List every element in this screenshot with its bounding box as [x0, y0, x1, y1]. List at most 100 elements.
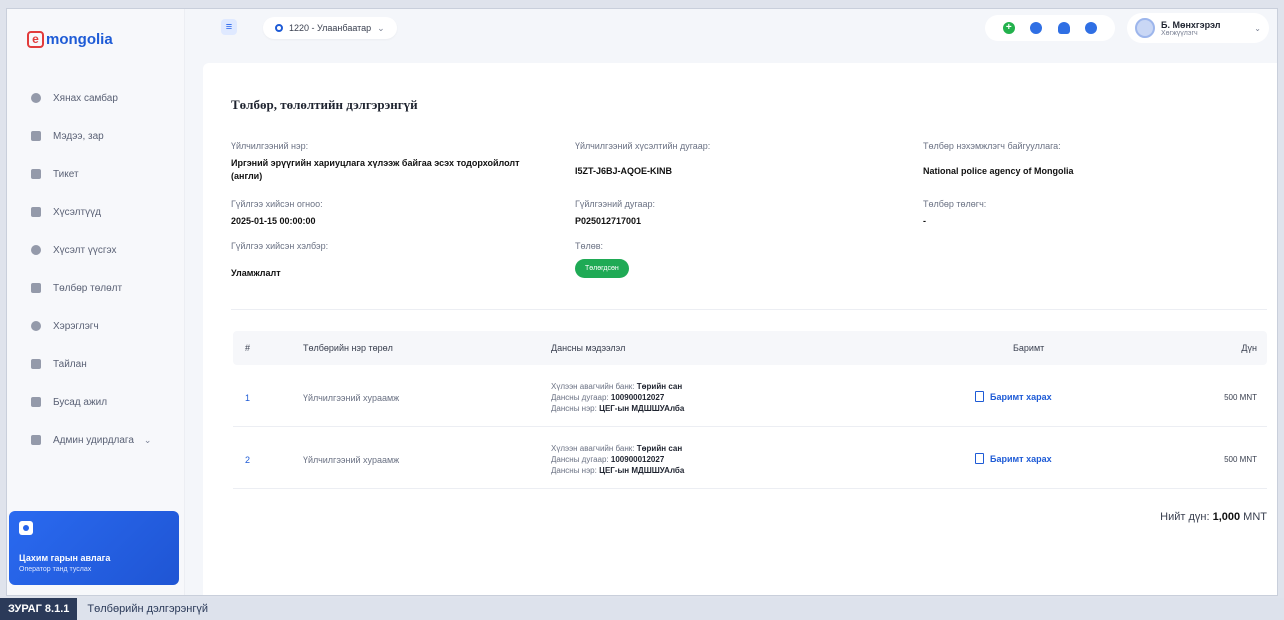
amount: 500 MNT	[1224, 393, 1257, 402]
logo[interactable]: e mongolia	[27, 27, 113, 51]
admin-icon	[31, 435, 41, 445]
field-label: Төлөв:	[575, 241, 604, 251]
logo-text: mongolia	[46, 30, 113, 48]
column-header-account: Дансны мэдээлэл	[551, 343, 626, 353]
request-number-field: Үйлчилгээний хүсэлтийн дугаар: I5ZT-J6BJ…	[575, 141, 895, 178]
view-receipt-link[interactable]: Баримт харах	[975, 453, 1052, 464]
account-info: Хүлээн авагчийн банк: Төрийн сан Дансны …	[551, 382, 685, 413]
sidebar-item-label: Тайлан	[53, 358, 87, 370]
field-label: Гүйлгээний дугаар:	[575, 199, 655, 209]
column-header-type: Төлбөрийн нэр төрөл	[303, 343, 393, 353]
location-label: 1220 - Улаанбаатар	[289, 23, 372, 33]
amount: 500 MNT	[1224, 455, 1257, 464]
field-label: Төлбөр төлөгч:	[923, 199, 987, 209]
transaction-number-field: Гүйлгээний дугаар: P025012717001	[575, 199, 655, 228]
table-row: 2 Үйлчилгээний хураамж Хүлээн авагчийн б…	[233, 429, 1267, 489]
location-pin-icon	[275, 24, 283, 32]
help-guide-subtitle: Оператор танд туслах	[19, 566, 92, 573]
payer-field: Төлбөр төлөгч: -	[923, 199, 986, 228]
sidebar-item-create-request[interactable]: Хүсэлт үүсгэх	[7, 231, 185, 269]
chat-icon[interactable]	[1085, 22, 1098, 34]
help-guide-title: Цахим гарын авлага	[19, 553, 111, 563]
user-role: Хөгжүүлэгч	[1161, 29, 1198, 37]
chevron-down-icon: ⌄	[143, 434, 152, 445]
guide-icon	[19, 521, 33, 535]
requests-icon	[31, 207, 41, 217]
column-header-amount: Дүн	[1241, 343, 1257, 353]
sidebar-item-label: Бусад ажил	[53, 396, 108, 408]
sidebar-item-payments[interactable]: Төлбөр төлөлт	[7, 269, 185, 307]
sidebar-item-label: Мэдээ, зар	[53, 130, 104, 142]
column-header-receipt: Баримт	[1013, 343, 1045, 353]
add-icon[interactable]: +	[1002, 22, 1015, 34]
transaction-method-field: Гүйлгээ хийсэн хэлбэр: Уламжлалт	[231, 241, 328, 280]
sidebar-item-admin[interactable]: Админ удирдлага ⌄	[7, 421, 185, 459]
menu-toggle-button[interactable]: ≡	[221, 19, 237, 35]
sidebar-item-label: Төлбөр төлөлт	[53, 282, 123, 294]
sidebar-item-label: Хүсэлт үүсгэх	[53, 244, 117, 256]
sidebar-item-users[interactable]: Хэрэглэгч	[7, 307, 185, 345]
payment-icon	[31, 283, 41, 293]
table-row: 1 Үйлчилгээний хураамж Хүлээн авагчийн б…	[233, 367, 1267, 427]
user-name: Б. Мөнхгэрэл	[1161, 19, 1221, 30]
field-label: Гүйлгээ хийсэн хэлбэр:	[231, 241, 329, 251]
sidebar-item-reports[interactable]: Тайлан	[7, 345, 185, 383]
field-label: Үйлчилгээний нэр:	[231, 141, 309, 151]
sidebar-item-dashboard[interactable]: Хянах самбар	[7, 79, 185, 117]
app-window: e mongolia Хянах самбар Мэдээ, зар Тикет…	[6, 8, 1278, 596]
notification-bell-icon[interactable]	[1057, 22, 1070, 34]
field-value: Иргэний эрүүгийн хариуцлага хүлээж байга…	[231, 158, 520, 181]
sidebar-item-news[interactable]: Мэдээ, зар	[7, 117, 185, 155]
sidebar-item-label: Хүсэлтүүд	[53, 206, 101, 218]
sidebar-item-label: Админ удирдлага	[53, 434, 134, 446]
chevron-down-icon: ⌄	[1254, 23, 1261, 33]
help-guide-card[interactable]: Цахим гарын авлага Оператор танд туслах	[9, 511, 179, 585]
sidebar-item-other-tasks[interactable]: Бусад ажил	[7, 383, 185, 421]
page-title: Төлбөр, төлөлтийн дэлгэрэнгүй	[231, 97, 418, 112]
field-value: I5ZT-J6BJ-AQOE-KINB	[575, 166, 673, 176]
row-number[interactable]: 1	[245, 393, 250, 403]
service-name-field: Үйлчилгээний нэр: Иргэний эрүүгийн хариу…	[231, 141, 551, 183]
dashboard-icon	[31, 93, 41, 103]
ticket-icon	[31, 169, 41, 179]
total-amount: Нийт дүн: 1,000 MNT	[1160, 511, 1267, 523]
sidebar: e mongolia Хянах самбар Мэдээ, зар Тикет…	[7, 9, 185, 595]
figure-caption: ЗУРАГ 8.1.1 Төлбөрийн дэлгэрэнгүй	[0, 598, 1284, 620]
avatar	[1135, 18, 1155, 38]
document-icon	[975, 391, 984, 402]
field-value: P025012717001	[575, 216, 642, 226]
sidebar-item-requests[interactable]: Хүсэлтүүд	[7, 193, 185, 231]
field-value: -	[923, 216, 926, 226]
report-icon	[31, 359, 41, 369]
field-value: Уламжлалт	[231, 268, 281, 278]
field-label: Үйлчилгээний хүсэлтийн дугаар:	[575, 141, 711, 151]
divider	[231, 309, 1267, 310]
figure-title: Төлбөрийн дэлгэрэнгүй	[87, 603, 209, 615]
field-value: National police agency of Mongolia	[923, 166, 1074, 176]
row-number[interactable]: 2	[245, 455, 250, 465]
sidebar-item-label: Тикет	[53, 168, 79, 180]
payment-type: Үйлчилгээний хураамж	[303, 393, 400, 403]
profile-icon[interactable]	[1030, 22, 1043, 34]
view-receipt-link[interactable]: Баримт харах	[975, 391, 1052, 402]
sidebar-item-ticket[interactable]: Тикет	[7, 155, 185, 193]
figure-label: ЗУРАГ 8.1.1	[0, 598, 78, 620]
logo-mark: e	[27, 30, 44, 48]
field-label: Төлбөр нэхэмжлэгч байгууллага:	[923, 141, 1061, 151]
status-badge: Төлөгдсөн	[575, 259, 629, 278]
topbar: ≡ 1220 - Улаанбаатар ⌄ + Б. Мөнхгэрэл Хө…	[185, 9, 1277, 45]
payment-detail-card: Төлбөр, төлөлтийн дэлгэрэнгүй Үйлчилгээн…	[203, 63, 1277, 595]
tasks-icon	[31, 397, 41, 407]
user-menu[interactable]: Б. Мөнхгэрэл Хөгжүүлэгч ⌄	[1127, 13, 1269, 43]
location-selector[interactable]: 1220 - Улаанбаатар ⌄	[263, 17, 397, 39]
billing-org-field: Төлбөр нэхэмжлэгч байгууллага: National …	[923, 141, 1243, 178]
sidebar-item-label: Хянах самбар	[53, 92, 118, 104]
news-icon	[31, 131, 41, 141]
table-header: # Төлбөрийн нэр төрөл Дансны мэдээлэл Ба…	[233, 331, 1267, 365]
action-icons: +	[985, 15, 1115, 41]
field-label: Гүйлгээ хийсэн огноо:	[231, 199, 323, 209]
status-field: Төлөв: Төлөгдсөн	[575, 241, 629, 278]
document-icon	[975, 453, 984, 464]
field-value: 2025-01-15 00:00:00	[231, 216, 316, 226]
create-request-icon	[31, 245, 41, 255]
